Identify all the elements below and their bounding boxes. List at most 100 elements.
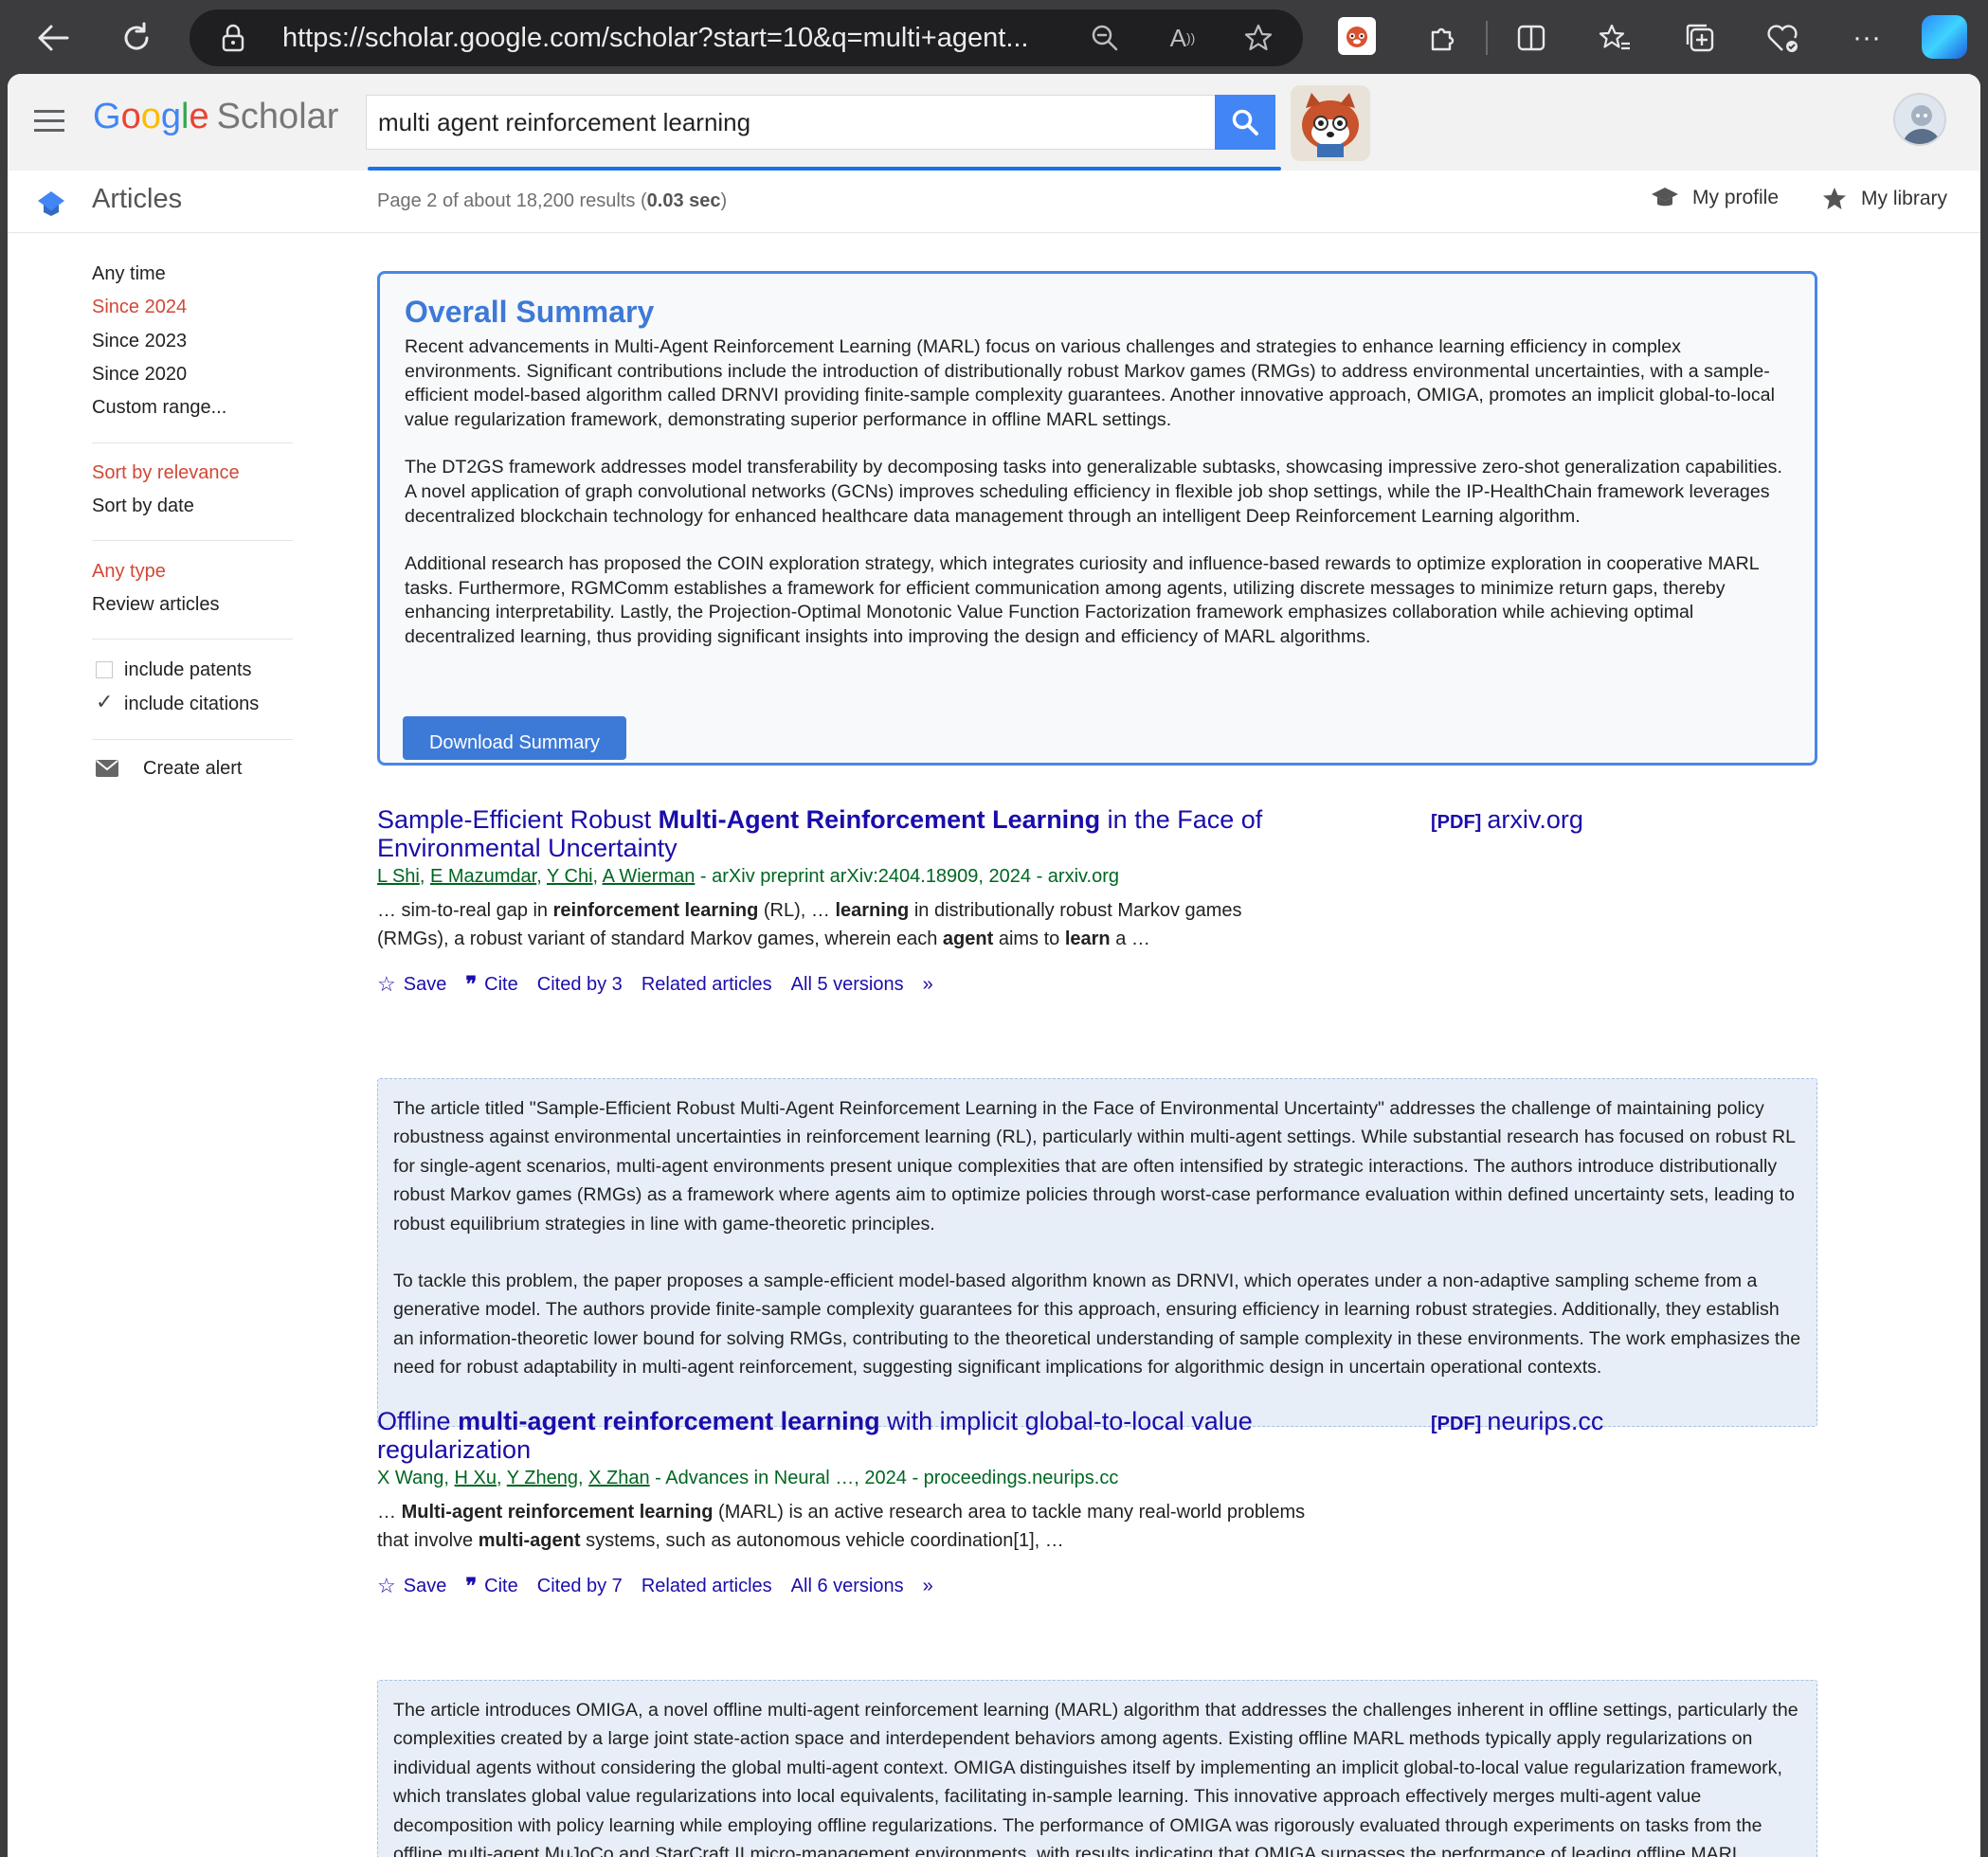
- all-versions-link[interactable]: All 6 versions: [791, 1576, 904, 1597]
- lock-icon[interactable]: [218, 23, 248, 53]
- search-icon: [1232, 109, 1258, 135]
- filter-since-2024[interactable]: Since 2024: [92, 297, 187, 318]
- filter-since-2023[interactable]: Since 2023: [92, 331, 187, 352]
- snippet-part: … sim-to-real gap in: [377, 900, 553, 921]
- graduation-cap-icon: [1652, 188, 1678, 207]
- user-avatar[interactable]: [1893, 93, 1946, 146]
- more-chevrons-icon[interactable]: »: [923, 1576, 933, 1597]
- collections-icon[interactable]: [1675, 13, 1725, 63]
- summary-paragraph: The DT2GS framework addresses model tran…: [405, 457, 1782, 527]
- type-any[interactable]: Any type: [92, 561, 166, 583]
- refresh-icon[interactable]: [112, 13, 161, 63]
- result-authors: L Shi, E Mazumdar, Y Chi, A Wierman - ar…: [377, 866, 1120, 887]
- read-aloud-icon[interactable]: A)): [1166, 21, 1200, 55]
- red-panda-extension-icon[interactable]: [1338, 17, 1376, 55]
- my-library-link[interactable]: My library: [1821, 186, 1947, 212]
- save-label[interactable]: Save: [404, 974, 447, 996]
- author-link[interactable]: X Zhan: [588, 1468, 649, 1488]
- title-part-bold[interactable]: Multi-Agent Reinforcement Learning: [659, 805, 1101, 834]
- browser-toolbar: https://scholar.google.com/scholar?start…: [0, 0, 1988, 74]
- back-arrow-icon[interactable]: [28, 13, 78, 63]
- snippet-part-bold: learn: [1064, 928, 1111, 949]
- include-citations-checkbox[interactable]: ✓: [96, 690, 113, 714]
- related-articles-link[interactable]: Related articles: [642, 974, 772, 996]
- cite-button[interactable]: ❞ Cite: [465, 1574, 517, 1598]
- my-profile-label[interactable]: My profile: [1692, 187, 1779, 209]
- save-label[interactable]: Save: [404, 1576, 447, 1597]
- red-panda-mascot-icon[interactable]: [1291, 85, 1370, 161]
- ai-summary-paragraph: The article titled "Sample-Efficient Rob…: [393, 1098, 1796, 1235]
- stats-time: 0.03 sec: [646, 190, 721, 211]
- split-screen-icon[interactable]: [1507, 13, 1556, 63]
- browser-essentials-icon[interactable]: [1759, 13, 1808, 63]
- result-title[interactable]: Offline multi-agent reinforcement learni…: [377, 1407, 1287, 1464]
- include-patents-checkbox[interactable]: [96, 661, 113, 678]
- author-link[interactable]: H Xu: [455, 1468, 497, 1488]
- copilot-icon[interactable]: [1922, 15, 1967, 59]
- pdf-link[interactable]: [PDF] arxiv.org: [1431, 805, 1583, 835]
- pdf-tag[interactable]: [PDF]: [1431, 812, 1481, 833]
- type-review-articles[interactable]: Review articles: [92, 594, 219, 616]
- save-button[interactable]: ☆ Save: [377, 1574, 446, 1598]
- google-scholar-logo[interactable]: Google Scholar: [93, 97, 338, 137]
- search-button[interactable]: [1215, 95, 1275, 150]
- ai-article-summary: The article introduces OMIGA, a novel of…: [377, 1680, 1817, 1857]
- title-part-bold[interactable]: multi-agent reinforcement learning: [458, 1407, 880, 1435]
- cite-label[interactable]: Cite: [484, 1576, 518, 1597]
- logo-letter: e: [189, 97, 209, 136]
- star-outline-icon: ☆: [377, 1574, 396, 1597]
- search-input[interactable]: [367, 96, 1215, 149]
- pdf-source[interactable]: neurips.cc: [1487, 1407, 1603, 1435]
- all-versions-link[interactable]: All 5 versions: [791, 974, 904, 996]
- ai-summary-paragraph: To tackle this problem, the paper propos…: [393, 1271, 1801, 1379]
- more-menu-icon[interactable]: ···: [1842, 13, 1891, 63]
- scholar-header: Google Scholar: [8, 74, 1980, 171]
- download-summary-button[interactable]: Download Summary: [403, 716, 626, 760]
- save-button[interactable]: ☆ Save: [377, 972, 446, 997]
- cite-button[interactable]: ❞ Cite: [465, 972, 517, 997]
- my-library-label[interactable]: My library: [1861, 188, 1947, 210]
- result-title[interactable]: Sample-Efficient Robust Multi-Agent Rein…: [377, 805, 1287, 862]
- include-patents-label[interactable]: include patents: [124, 659, 252, 681]
- url-text[interactable]: https://scholar.google.com/scholar?start…: [282, 23, 1029, 54]
- sort-by-relevance[interactable]: Sort by relevance: [92, 462, 240, 484]
- filter-any-time[interactable]: Any time: [92, 263, 166, 285]
- overall-summary-card: Overall Summary Recent advancements in M…: [377, 271, 1817, 766]
- stats-suffix: ): [720, 190, 728, 211]
- zoom-out-icon[interactable]: [1088, 21, 1122, 55]
- related-articles-link[interactable]: Related articles: [642, 1576, 772, 1597]
- cite-label[interactable]: Cite: [484, 974, 518, 996]
- author-link[interactable]: Y Zheng: [507, 1468, 578, 1488]
- author-link[interactable]: A Wierman: [603, 866, 696, 887]
- snippet-part: a …: [1110, 928, 1150, 949]
- cited-by-link[interactable]: Cited by 7: [537, 1576, 623, 1597]
- create-alert-link[interactable]: Create alert: [143, 758, 243, 780]
- title-part[interactable]: Offline: [377, 1407, 458, 1435]
- author-link[interactable]: E Mazumdar: [430, 866, 536, 887]
- search-box[interactable]: [366, 95, 1215, 150]
- more-chevrons-icon[interactable]: »: [923, 974, 933, 996]
- summary-paragraph: Recent advancements in Multi-Agent Reinf…: [405, 336, 1775, 430]
- quote-icon: ❞: [465, 1574, 478, 1597]
- logo-letter: g: [160, 97, 181, 136]
- star-outline-icon: ☆: [377, 972, 396, 996]
- my-profile-link[interactable]: My profile: [1651, 186, 1779, 210]
- cited-by-link[interactable]: Cited by 3: [537, 974, 623, 996]
- favorite-star-icon[interactable]: [1241, 21, 1275, 55]
- extensions-puzzle-icon[interactable]: [1418, 13, 1467, 63]
- pdf-source[interactable]: arxiv.org: [1487, 805, 1583, 834]
- pdf-tag[interactable]: [PDF]: [1431, 1414, 1481, 1434]
- filter-since-2020[interactable]: Since 2020: [92, 364, 187, 386]
- title-part[interactable]: Sample-Efficient Robust: [377, 805, 659, 834]
- sort-by-date[interactable]: Sort by date: [92, 496, 194, 517]
- pdf-link[interactable]: [PDF] neurips.cc: [1431, 1407, 1603, 1436]
- include-citations-label[interactable]: include citations: [124, 694, 259, 715]
- hamburger-menu-icon[interactable]: [34, 110, 64, 133]
- author-link[interactable]: L Shi: [377, 866, 420, 887]
- author-link[interactable]: Y Chi: [547, 866, 593, 887]
- address-bar[interactable]: https://scholar.google.com/scholar?start…: [190, 9, 1303, 66]
- filter-custom-range[interactable]: Custom range...: [92, 397, 226, 419]
- favorites-icon[interactable]: [1590, 13, 1639, 63]
- sidebar-divider: [92, 442, 293, 443]
- sidebar-divider: [92, 639, 293, 640]
